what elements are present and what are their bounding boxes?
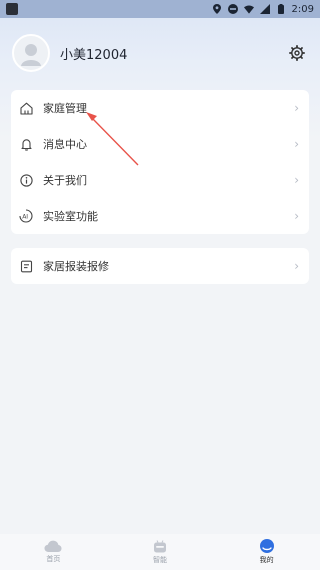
profile-header: 小美12004 xyxy=(12,33,308,73)
avatar[interactable] xyxy=(12,34,50,72)
bell-icon xyxy=(19,137,33,151)
user-icon xyxy=(259,539,274,553)
settings-button[interactable] xyxy=(286,42,308,64)
status-time: 2:09 xyxy=(291,3,314,15)
battery-icon xyxy=(276,4,286,14)
menu-item-home-repair[interactable]: 家居报装报修 › xyxy=(11,248,309,284)
default-avatar-icon xyxy=(21,44,41,66)
home-icon xyxy=(19,101,33,115)
bottom-tab-bar: 首页 智能 我的 xyxy=(0,534,320,570)
tab-label: 智能 xyxy=(152,555,167,564)
ai-lab-icon: AI xyxy=(19,209,33,223)
tab-home[interactable]: 首页 xyxy=(23,540,83,564)
gear-icon xyxy=(289,45,305,61)
tab-mine[interactable]: 我的 xyxy=(237,539,297,565)
svg-text:AI: AI xyxy=(22,214,28,221)
tab-label: 首页 xyxy=(46,555,61,563)
username[interactable]: 小美12004 xyxy=(60,44,127,63)
document-icon xyxy=(19,259,33,273)
chevron-right-icon: › xyxy=(294,101,299,115)
menu-item-label: 消息中心 xyxy=(43,138,87,151)
menu-item-label: 关于我们 xyxy=(43,174,87,187)
status-bar: 2:09 xyxy=(0,0,320,18)
location-icon xyxy=(212,4,222,14)
tab-label: 我的 xyxy=(259,556,274,564)
info-icon xyxy=(19,173,33,187)
menu-card: 家庭管理 › 消息中心 › 关于我们 › AI 实验室功能 › xyxy=(11,90,309,234)
chevron-right-icon: › xyxy=(294,209,299,223)
repair-card: 家居报装报修 › xyxy=(11,248,309,284)
wifi-icon xyxy=(243,4,254,14)
menu-item-message-center[interactable]: 消息中心 › xyxy=(11,126,309,162)
chevron-right-icon: › xyxy=(294,137,299,151)
signal-icon xyxy=(259,4,270,14)
menu-item-label: 实验室功能 xyxy=(43,210,98,223)
menu-item-family-management[interactable]: 家庭管理 › xyxy=(11,90,309,126)
dnd-icon xyxy=(227,4,238,14)
robot-icon xyxy=(153,539,166,552)
menu-item-label: 家庭管理 xyxy=(43,102,87,115)
chevron-right-icon: › xyxy=(294,259,299,273)
app-notification-icon xyxy=(6,3,18,15)
chevron-right-icon: › xyxy=(294,173,299,187)
menu-item-lab-features[interactable]: AI 实验室功能 › xyxy=(11,198,309,234)
menu-item-about-us[interactable]: 关于我们 › xyxy=(11,162,309,198)
menu-item-label: 家居报装报修 xyxy=(43,260,109,273)
tab-smart[interactable]: 智能 xyxy=(130,539,190,565)
cloud-icon xyxy=(44,540,62,552)
